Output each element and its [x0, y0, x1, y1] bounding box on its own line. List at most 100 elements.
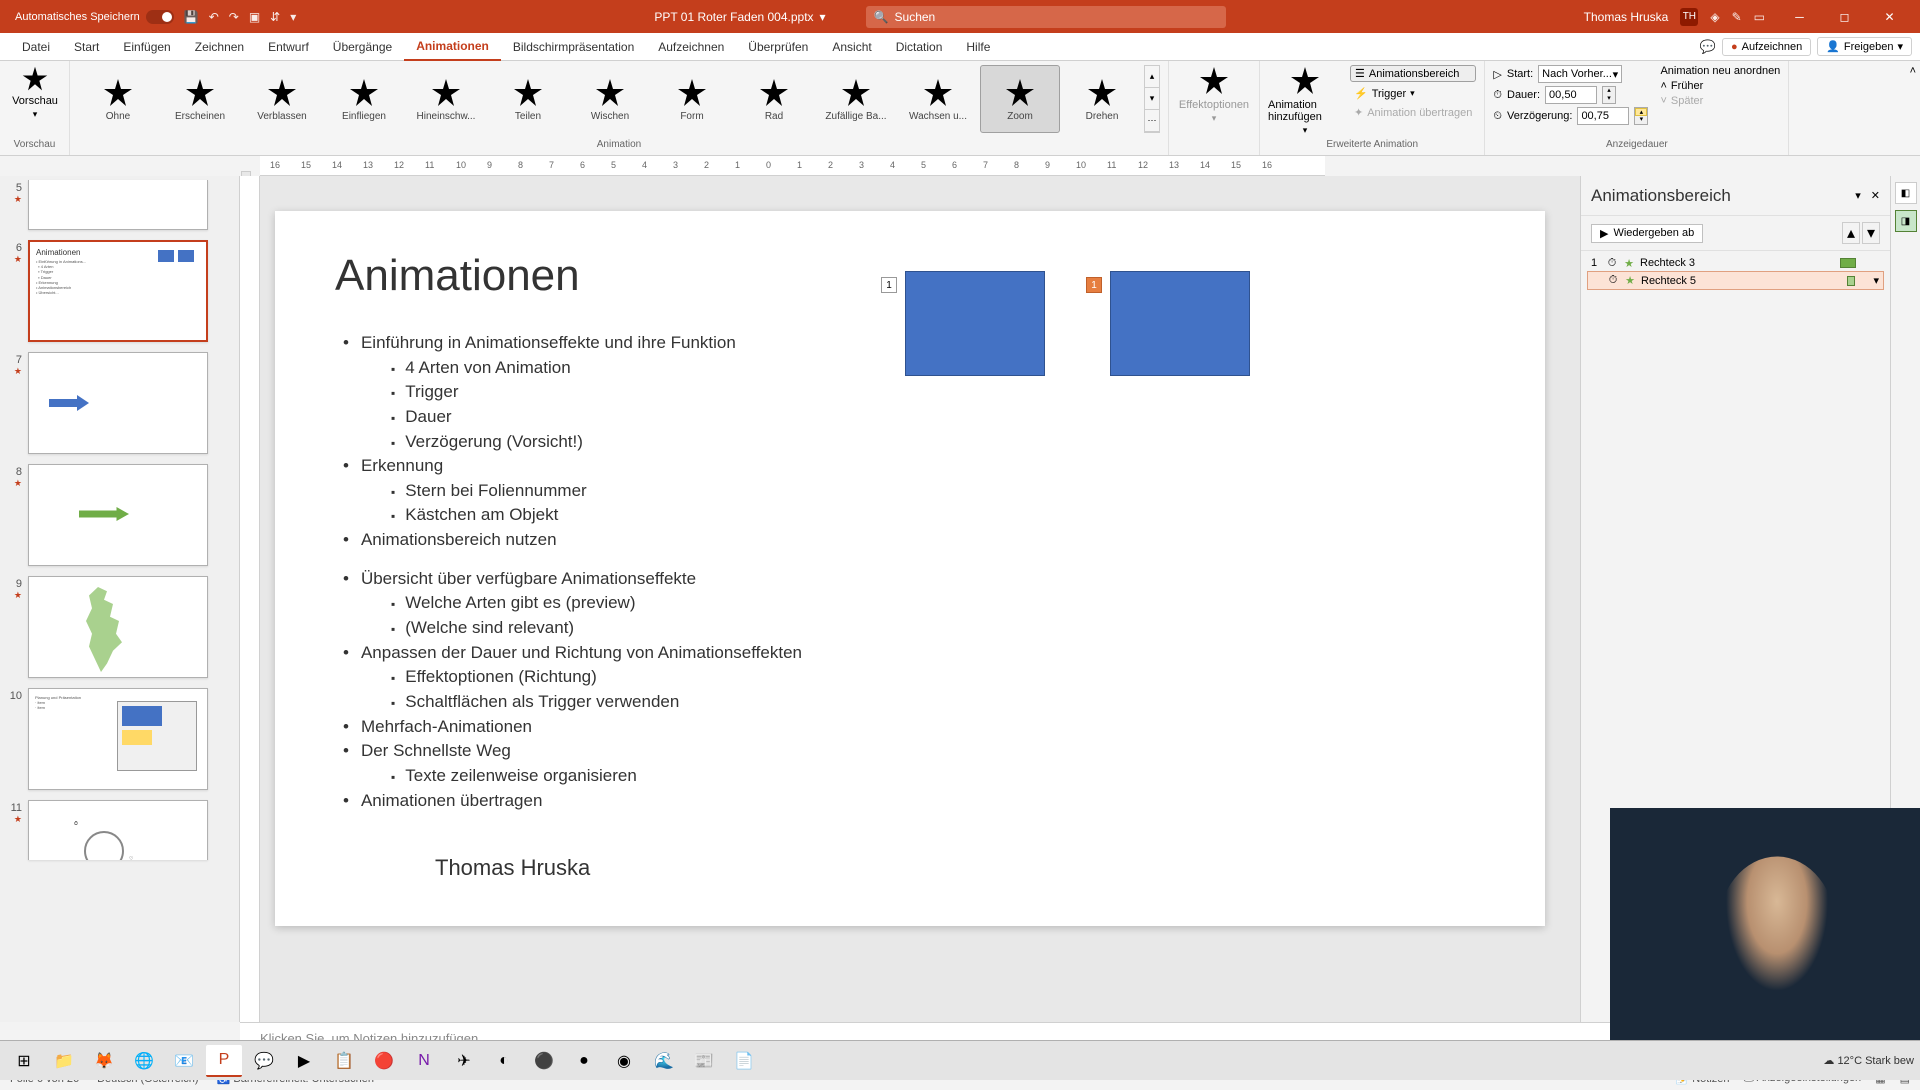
slide-canvas[interactable]: Animationen Einführung in Animationseffe… — [275, 211, 1545, 926]
pen-icon[interactable]: ✎ — [1732, 10, 1742, 24]
save-icon[interactable]: 💾 — [184, 10, 199, 24]
tab-ansicht[interactable]: Ansicht — [820, 33, 883, 61]
play-from-button[interactable]: ▶Wiedergeben ab — [1591, 224, 1703, 243]
tab-entwurf[interactable]: Entwurf — [256, 33, 321, 61]
app-icon-2[interactable]: 📋 — [326, 1045, 362, 1077]
tab-einfügen[interactable]: Einfügen — [111, 33, 182, 61]
gallery-scroll[interactable]: ▴▾⋯ — [1144, 65, 1160, 133]
thumbnail-11[interactable]: ⏱♡ — [28, 800, 208, 860]
app-icon-6[interactable]: ◉ — [606, 1045, 642, 1077]
app-icon-1[interactable]: 💬 — [246, 1045, 282, 1077]
move-earlier-button[interactable]: ˄Früher — [1660, 80, 1780, 92]
anim-effect-drehen[interactable]: Drehen — [1062, 65, 1142, 133]
anim-effect-zuflligeba[interactable]: Zufällige Ba... — [816, 65, 896, 133]
anim-effect-rad[interactable]: Rad — [734, 65, 814, 133]
obs-icon[interactable]: ⚫ — [526, 1045, 562, 1077]
close-button[interactable]: ✕ — [1867, 0, 1912, 33]
tab-aufzeichnen[interactable]: Aufzeichnen — [646, 33, 736, 61]
redo-icon[interactable]: ↷ — [229, 10, 239, 24]
app-icon-3[interactable]: 🔴 — [366, 1045, 402, 1077]
touch-icon[interactable]: ⇵ — [270, 10, 280, 24]
powerpoint-icon[interactable]: P — [206, 1045, 242, 1077]
delay-field[interactable]: ⏲Verzögerung:▴▾ — [1493, 107, 1648, 125]
window-icon[interactable]: ▭ — [1754, 10, 1765, 24]
tab-start[interactable]: Start — [62, 33, 111, 61]
pane-close-icon[interactable]: ✕ — [1871, 189, 1880, 202]
telegram-icon[interactable]: ✈ — [446, 1045, 482, 1077]
autosave-switch-icon[interactable] — [146, 10, 174, 24]
collapse-ribbon-icon[interactable]: ˄ — [1910, 65, 1916, 77]
autosave-toggle[interactable]: Automatisches Speichern — [15, 10, 174, 24]
anim-tag-2[interactable]: 1 — [1086, 277, 1102, 293]
app-icon-8[interactable]: 📄 — [726, 1045, 762, 1077]
onenote-icon[interactable]: N — [406, 1045, 442, 1077]
delay-spinner-down[interactable]: ▾ — [1635, 116, 1647, 124]
tab-hilfe[interactable]: Hilfe — [954, 33, 1002, 61]
qat-more-icon[interactable]: ▾ — [290, 10, 296, 24]
preview-button[interactable]: Vorschau▾ — [8, 65, 62, 120]
thumbnail-8[interactable] — [28, 464, 208, 566]
tab-animationen[interactable]: Animationen — [404, 33, 501, 61]
pane-dropdown-icon[interactable]: ▾ — [1855, 189, 1861, 202]
record-button[interactable]: ●Aufzeichnen — [1722, 38, 1811, 56]
file-name[interactable]: PPT 01 Roter Faden 004.pptx▾ — [654, 10, 825, 24]
anim-effect-ohne[interactable]: Ohne — [78, 65, 158, 133]
user-avatar[interactable]: TH — [1680, 8, 1698, 26]
rect-shape-1[interactable] — [905, 271, 1045, 376]
tab-zeichnen[interactable]: Zeichnen — [183, 33, 256, 61]
minimize-button[interactable]: ─ — [1777, 0, 1822, 33]
pane-btn-2[interactable]: ◨ — [1895, 210, 1917, 232]
delay-spinner-up[interactable]: ▴ — [1635, 108, 1647, 116]
chrome-icon[interactable]: 🌐 — [126, 1045, 162, 1077]
undo-icon[interactable]: ↶ — [209, 10, 219, 24]
maximize-button[interactable]: ◻ — [1822, 0, 1867, 33]
vlc-icon[interactable]: ▶ — [286, 1045, 322, 1077]
slide-author[interactable]: Thomas Hruska — [435, 855, 590, 881]
share-button[interactable]: 👤Freigeben▾ — [1817, 37, 1912, 56]
anim-item-0[interactable]: 1⏱★Rechteck 3 — [1587, 255, 1884, 271]
app-icon-4[interactable]: ◐ — [486, 1045, 522, 1077]
anim-tag-1[interactable]: 1 — [881, 277, 897, 293]
start-field[interactable]: ▷Start:Nach Vorher...▾ — [1493, 65, 1648, 83]
tab-übergänge[interactable]: Übergänge — [321, 33, 404, 61]
comments-icon[interactable]: 💬 — [1700, 39, 1716, 55]
edge-icon[interactable]: 🌊 — [646, 1045, 682, 1077]
duration-field[interactable]: ⏱Dauer:▴▾ — [1493, 86, 1648, 104]
outlook-icon[interactable]: 📧 — [166, 1045, 202, 1077]
animation-pane-button[interactable]: ☰Animationsbereich — [1350, 65, 1476, 82]
thumbnail-10[interactable]: Planung und Präsentation· item· item — [28, 688, 208, 790]
tab-datei[interactable]: Datei — [10, 33, 62, 61]
slide-body[interactable]: Einführung in Animationseffekte und ihre… — [335, 331, 1485, 813]
app-icon-7[interactable]: 📰 — [686, 1045, 722, 1077]
anim-effect-zoom[interactable]: Zoom — [980, 65, 1060, 133]
trigger-button[interactable]: ⚡Trigger▾ — [1350, 86, 1476, 101]
slide-thumbnails[interactable]: 5★6★Animationen• Einführung in Animation… — [0, 176, 240, 1022]
tab-bildschirmpräsentation[interactable]: Bildschirmpräsentation — [501, 33, 646, 61]
app-icon-5[interactable]: ● — [566, 1045, 602, 1077]
pane-btn-1[interactable]: ◧ — [1895, 182, 1917, 204]
anim-effect-teilen[interactable]: Teilen — [488, 65, 568, 133]
anim-effect-erscheinen[interactable]: Erscheinen — [160, 65, 240, 133]
rect-shape-2[interactable] — [1110, 271, 1250, 376]
slide-editor[interactable]: Animationen Einführung in Animationseffe… — [240, 176, 1580, 1022]
tab-überprüfen[interactable]: Überprüfen — [736, 33, 820, 61]
anim-effect-verblassen[interactable]: Verblassen — [242, 65, 322, 133]
anim-effect-form[interactable]: Form — [652, 65, 732, 133]
thumbnail-5[interactable] — [28, 180, 208, 230]
move-down-icon[interactable]: ▾ — [1862, 222, 1880, 244]
present-icon[interactable]: ▣ — [249, 10, 260, 24]
anim-effect-hineinschw[interactable]: Hineinschw... — [406, 65, 486, 133]
anim-effect-wachsenu[interactable]: Wachsen u... — [898, 65, 978, 133]
diamond-icon[interactable]: ◈ — [1710, 10, 1719, 24]
anim-effect-wischen[interactable]: Wischen — [570, 65, 650, 133]
firefox-icon[interactable]: 🦊 — [86, 1045, 122, 1077]
anim-effect-einfliegen[interactable]: Einfliegen — [324, 65, 404, 133]
user-name[interactable]: Thomas Hruska — [1584, 10, 1669, 24]
start-button[interactable]: ⊞ — [6, 1045, 42, 1077]
tab-dictation[interactable]: Dictation — [884, 33, 955, 61]
search-input[interactable]: 🔍 Suchen — [866, 6, 1226, 28]
thumbnail-9[interactable] — [28, 576, 208, 678]
thumbnail-7[interactable] — [28, 352, 208, 454]
thumbnail-6[interactable]: Animationen• Einführung in Animations...… — [28, 240, 208, 342]
anim-item-1[interactable]: ⏱★Rechteck 5▾ — [1587, 271, 1884, 290]
